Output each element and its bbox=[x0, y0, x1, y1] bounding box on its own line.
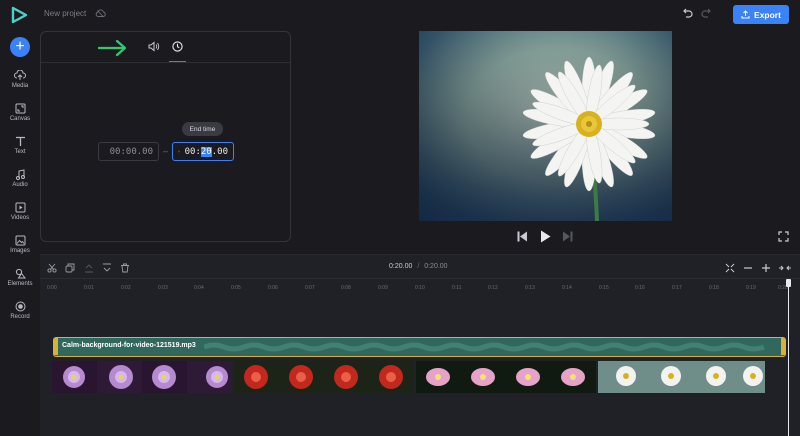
current-time: 0:20.00 bbox=[389, 263, 413, 270]
trash-icon[interactable] bbox=[120, 263, 130, 273]
play-icon[interactable] bbox=[540, 230, 551, 243]
video-track[interactable] bbox=[52, 361, 790, 393]
sidebar-item-elements[interactable]: Elements bbox=[0, 268, 40, 298]
clip-frame bbox=[551, 361, 596, 393]
video-icon bbox=[15, 202, 25, 213]
clip-frame bbox=[369, 361, 414, 393]
export-icon bbox=[741, 10, 750, 19]
start-time-value: 00:00.00 bbox=[109, 146, 153, 157]
app-logo-icon[interactable] bbox=[10, 6, 28, 24]
clip-purple-flowers[interactable] bbox=[52, 361, 232, 393]
clip-frame bbox=[187, 361, 232, 393]
clip-frame bbox=[643, 361, 688, 393]
sidebar-item-media[interactable]: Media bbox=[0, 70, 40, 100]
daisy-thumb bbox=[616, 366, 636, 386]
sidebar-item-videos[interactable]: Videos bbox=[0, 202, 40, 232]
sidebar: + Media Canvas Text Audio Videos Images … bbox=[0, 0, 40, 435]
move-down-icon[interactable] bbox=[102, 263, 112, 273]
video-preview[interactable] bbox=[419, 31, 672, 221]
time-ruler[interactable]: 0:00 0:01 0:02 0:03 0:04 0:05 0:06 0:07 … bbox=[40, 281, 800, 293]
red-flower-thumb bbox=[244, 365, 268, 389]
sidebar-item-images[interactable]: Images bbox=[0, 235, 40, 265]
audio-settings-panel: 00:00.00 – 00:20.00 bbox=[40, 31, 291, 242]
zoom-out-icon[interactable] bbox=[743, 263, 753, 273]
cloud-saved-icon bbox=[95, 9, 106, 18]
skip-back-icon[interactable] bbox=[517, 231, 527, 242]
audio-track-label: Calm-background-for-video-121519.mp3 bbox=[62, 342, 196, 349]
volume-icon[interactable] bbox=[148, 41, 160, 52]
start-time-field[interactable]: 00:00.00 bbox=[98, 142, 159, 161]
clip-frame bbox=[506, 361, 551, 393]
clip-frame bbox=[142, 361, 187, 393]
clip-white-daisy[interactable] bbox=[598, 361, 765, 393]
clip-frame bbox=[234, 361, 279, 393]
total-time: 0:20.00 bbox=[424, 263, 448, 270]
clock-icon[interactable] bbox=[172, 41, 183, 52]
music-note-icon bbox=[15, 169, 25, 180]
end-time-tooltip: End time bbox=[182, 122, 223, 136]
end-time-selection: 20 bbox=[200, 146, 212, 157]
expand-timeline-icon[interactable] bbox=[778, 263, 792, 273]
sidebar-item-label: Media bbox=[11, 83, 29, 89]
audio-track[interactable]: Calm-background-for-video-121519.mp3 bbox=[53, 337, 786, 357]
export-label: Export bbox=[754, 9, 781, 20]
duplicate-icon[interactable] bbox=[65, 263, 75, 273]
sidebar-item-label: Audio bbox=[12, 182, 28, 188]
text-icon bbox=[15, 136, 25, 146]
redo-icon[interactable] bbox=[701, 8, 713, 19]
sidebar-item-record[interactable]: Record bbox=[0, 301, 40, 331]
clip-frame bbox=[52, 361, 97, 393]
time-display: 0:20.00 / 0:20.00 bbox=[389, 263, 448, 270]
sidebar-item-label: Videos bbox=[10, 215, 30, 221]
audio-waveform bbox=[204, 342, 765, 352]
sidebar-item-label: Record bbox=[10, 314, 30, 320]
time-separator: – bbox=[163, 146, 169, 156]
move-up-icon[interactable] bbox=[84, 263, 94, 273]
image-icon bbox=[15, 235, 25, 246]
fit-timeline-icon[interactable] bbox=[725, 263, 735, 273]
pink-flower-thumb bbox=[426, 368, 450, 386]
panel-divider bbox=[41, 62, 290, 63]
sidebar-item-text[interactable]: Text bbox=[0, 136, 40, 166]
undo-icon[interactable] bbox=[681, 8, 693, 19]
clip-pink-flowers[interactable] bbox=[416, 361, 596, 393]
canvas-icon bbox=[15, 103, 25, 114]
clip-frame bbox=[688, 361, 733, 393]
clip-frame bbox=[97, 361, 142, 393]
sidebar-item-audio[interactable]: Audio bbox=[0, 169, 40, 199]
arrow-right-icon bbox=[97, 39, 127, 57]
trim-handle-left[interactable] bbox=[54, 338, 58, 355]
clip-frame bbox=[416, 361, 461, 393]
purple-flower-thumb bbox=[63, 366, 85, 388]
skip-forward-icon[interactable] bbox=[563, 231, 573, 242]
add-media-button[interactable]: + bbox=[10, 37, 30, 57]
clip-red-flowers[interactable] bbox=[234, 361, 414, 393]
timeline: 0:20.00 / 0:20.00 0:00 0:01 0:02 0:03 0:… bbox=[40, 254, 800, 436]
end-time-field[interactable]: 00:20.00 bbox=[172, 142, 234, 161]
clip-frame bbox=[733, 361, 765, 393]
project-title[interactable]: New project bbox=[44, 9, 86, 18]
sidebar-item-canvas[interactable]: Canvas bbox=[0, 103, 40, 133]
fullscreen-icon[interactable] bbox=[778, 231, 789, 242]
clip-frame bbox=[598, 361, 643, 393]
sidebar-item-label: Canvas bbox=[9, 116, 31, 122]
record-icon bbox=[15, 301, 25, 312]
clock-icon bbox=[178, 150, 180, 153]
sidebar-item-label: Text bbox=[14, 149, 26, 155]
shapes-icon bbox=[15, 268, 26, 279]
sidebar-item-label: Images bbox=[10, 248, 30, 254]
cloud-upload-icon bbox=[14, 70, 26, 80]
clip-frame bbox=[324, 361, 369, 393]
split-icon[interactable] bbox=[47, 263, 57, 273]
daisy-preview-image bbox=[419, 31, 672, 221]
clock-icon bbox=[104, 151, 105, 152]
end-time-value: 00:20.00 bbox=[184, 146, 228, 157]
zoom-in-icon[interactable] bbox=[761, 263, 771, 273]
export-button[interactable]: Export bbox=[733, 5, 789, 24]
clip-frame bbox=[279, 361, 324, 393]
clip-frame bbox=[461, 361, 506, 393]
sidebar-item-label: Elements bbox=[7, 281, 33, 287]
trim-handle-right[interactable] bbox=[781, 338, 785, 355]
